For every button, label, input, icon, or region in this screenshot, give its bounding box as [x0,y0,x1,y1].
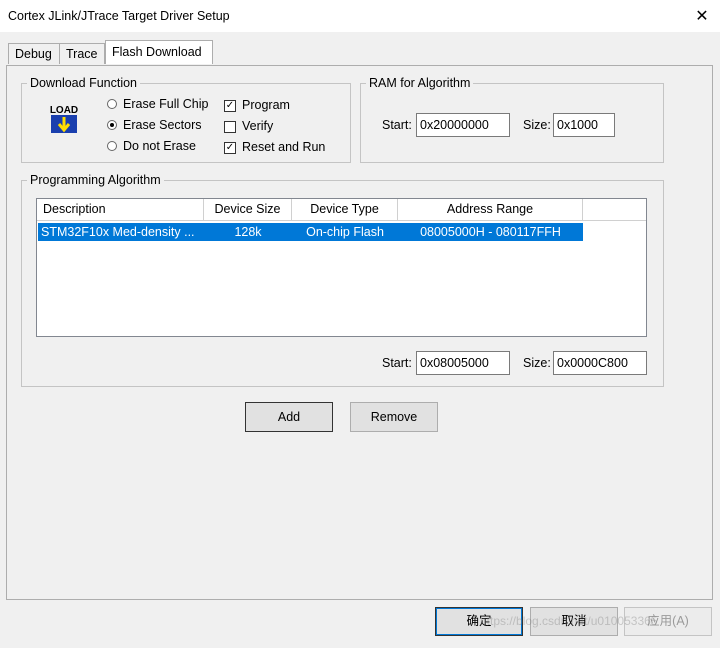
erase-full-chip-label: Erase Full Chip [123,97,209,111]
ram-size-label: Size: [523,118,551,132]
tab-label: Debug [15,47,52,61]
algo-start-input[interactable]: 0x08005000 [416,351,510,375]
program-checkbox[interactable]: ✓ [224,100,236,112]
column-header-device-size[interactable]: Device Size [204,199,292,221]
tab-flash-download[interactable]: Flash Download [105,40,213,64]
column-header-description[interactable]: Description [37,199,204,221]
column-header-filler [583,199,646,221]
algorithm-list[interactable]: Description Device Size Device Type Addr… [36,198,647,337]
row-address-range: 08005000H - 080117FFH [420,225,561,239]
watermark: https://blog.csdn.net/u010053365 [480,614,658,628]
reset-and-run-label: Reset and Run [242,140,326,154]
erase-sectors-radio[interactable] [107,120,117,130]
do-not-erase-radio[interactable] [107,141,117,151]
algo-size-input[interactable]: 0x0000C800 [553,351,647,375]
load-icon: LOAD [47,102,81,136]
column-header-device-type[interactable]: Device Type [292,199,398,221]
ram-start-input[interactable]: 0x20000000 [416,113,510,137]
program-label: Program [242,98,290,112]
download-function-title: Download Function [27,76,141,90]
row-device-type: On-chip Flash [306,225,384,239]
tab-label: Flash Download [112,45,202,59]
verify-label: Verify [242,119,274,133]
title-bar: Cortex JLink/JTrace Target Driver Setup … [0,0,720,32]
erase-full-chip-radio[interactable] [107,99,117,109]
do-not-erase-label: Do not Erase [123,139,196,153]
add-button[interactable]: Add [245,402,333,432]
load-icon-text: LOAD [50,105,78,116]
tab-debug[interactable]: Debug [8,43,60,64]
algo-size-label: Size: [523,356,551,370]
algo-start-label: Start: [382,356,412,370]
close-button[interactable]: ✕ [684,0,720,32]
reset-and-run-checkbox[interactable]: ✓ [224,142,236,154]
ram-size-input[interactable]: 0x1000 [553,113,615,137]
programming-algorithm-title: Programming Algorithm [27,173,164,187]
window-title: Cortex JLink/JTrace Target Driver Setup [8,9,230,23]
erase-sectors-label: Erase Sectors [123,118,202,132]
column-header-address-range[interactable]: Address Range [398,199,583,221]
verify-checkbox[interactable] [224,121,236,133]
row-description: STM32F10x Med-density ... [41,225,195,239]
tab-label: Trace [66,47,98,61]
close-icon: ✕ [695,8,709,25]
row-device-size: 128k [234,225,262,239]
ram-start-label: Start: [382,118,412,132]
tab-trace[interactable]: Trace [59,43,105,64]
remove-button[interactable]: Remove [350,402,438,432]
ram-for-algorithm-title: RAM for Algorithm [366,76,474,90]
